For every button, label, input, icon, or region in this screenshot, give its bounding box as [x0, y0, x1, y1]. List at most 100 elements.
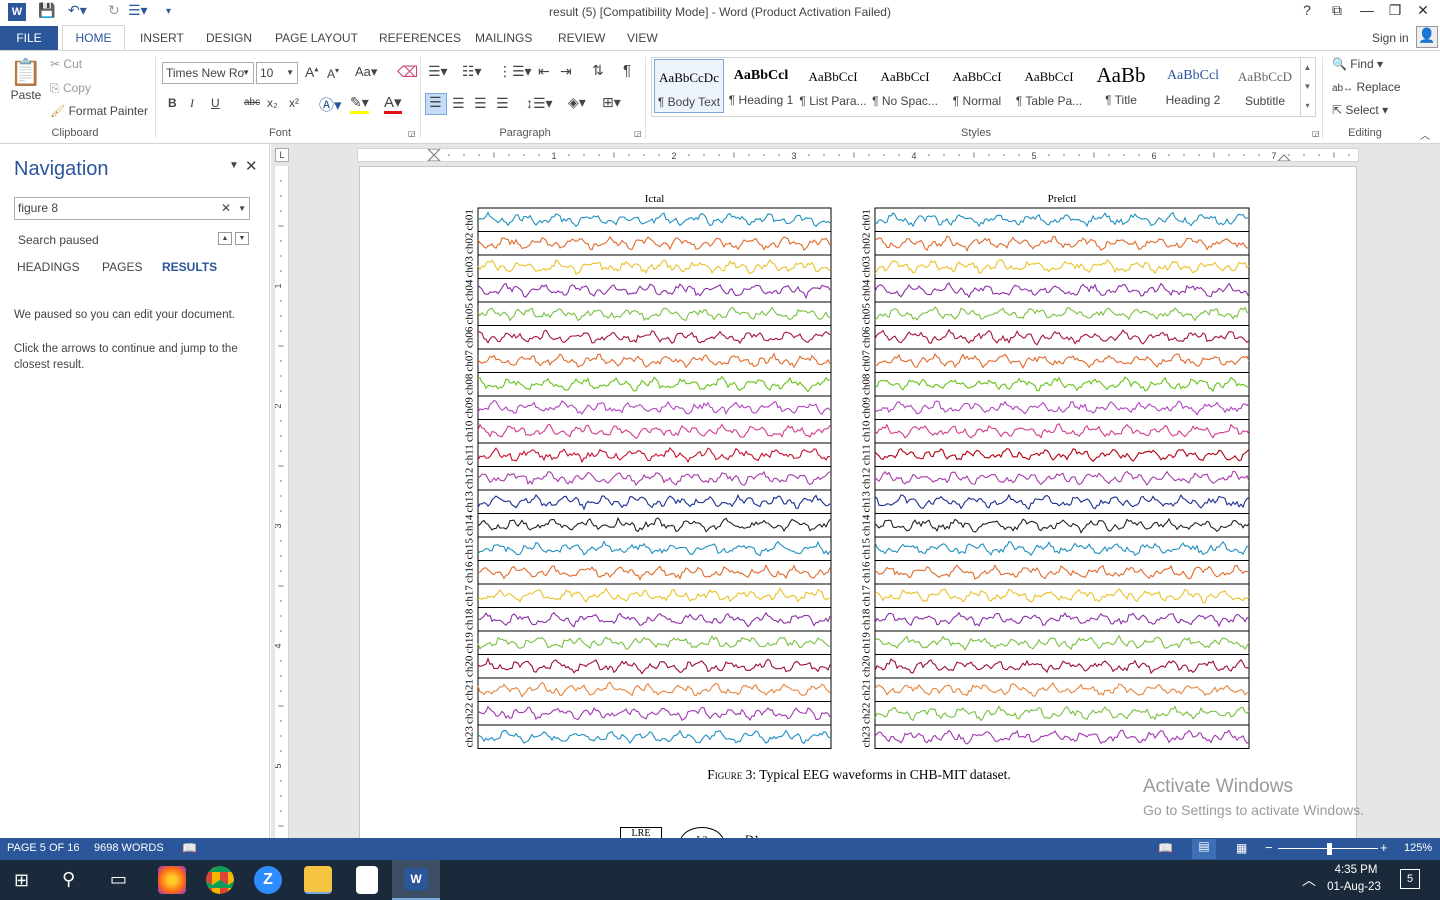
tab-design[interactable]: DESIGN [206, 31, 252, 45]
tab-insert[interactable]: INSERT [140, 31, 184, 45]
text-effects-icon[interactable]: Ⓐ▾ [319, 94, 342, 115]
zoom-in-icon[interactable]: + [1380, 840, 1388, 855]
font-name-field[interactable]: Times New Ro ▼ [162, 62, 254, 84]
search-options-icon[interactable]: ▼ [238, 198, 246, 219]
file-explorer-icon[interactable] [304, 866, 332, 894]
align-center-icon[interactable]: ☰ [452, 95, 465, 112]
account-avatar-icon[interactable]: 👤 [1416, 26, 1438, 48]
style-list-paragraph[interactable]: AaBbCcI ¶ List Para... [798, 59, 868, 113]
font-dialog-icon[interactable]: ◲ [408, 129, 416, 138]
styles-scroll[interactable]: ▲ ▼ ▾ [1300, 58, 1314, 116]
first-line-indent-marker[interactable] [427, 149, 441, 156]
style-heading-2[interactable]: AaBbCcl Heading 2 [1158, 59, 1228, 113]
document-page[interactable]: Ictal ch01 ch02 ch03 ch04 ch05 ch06 ch07 ch08 ch0… [359, 166, 1357, 838]
sort-icon[interactable]: ⇅ [592, 62, 604, 79]
tab-mailings[interactable]: MAILINGS [475, 31, 532, 45]
increase-indent-icon[interactable]: ⇥ [560, 63, 572, 80]
style-heading-1[interactable]: AaBbCcl ¶ Heading 1 [726, 59, 796, 113]
nav-options-icon[interactable]: ▼ [229, 160, 239, 171]
nav-search-input[interactable]: figure 8 ✕ ▼ [14, 197, 250, 220]
more-styles-icon[interactable]: ▾ [1301, 96, 1314, 115]
tab-file[interactable]: FILE [0, 26, 58, 50]
clear-search-icon[interactable]: ✕ [221, 198, 231, 219]
style-no-spacing[interactable]: AaBbCcI ¶ No Spac... [870, 59, 940, 113]
scroll-up-icon[interactable]: ▲ [1301, 58, 1314, 77]
multilevel-list-icon[interactable]: ⋮☰▾ [498, 63, 532, 80]
paste-button[interactable]: 📋 Paste [8, 57, 44, 115]
hanging-indent-marker[interactable] [427, 154, 441, 161]
next-result-icon[interactable]: ▼ [235, 232, 249, 245]
firefox-icon[interactable] [158, 866, 186, 894]
select-button[interactable]: ⇱ Select ▾ [1332, 103, 1388, 117]
ribbon-display-button[interactable]: ⧉ [1322, 2, 1352, 22]
superscript-button[interactable]: x² [289, 96, 299, 110]
tab-page-layout[interactable]: PAGE LAYOUT [275, 31, 358, 45]
document-area[interactable]: L 1234567 12345 Ictalch01ch02ch03ch04ch0… [271, 144, 1440, 838]
horizontal-ruler[interactable]: 1 2 3 4 5 6 7 [357, 148, 1359, 162]
grow-font-button[interactable]: A▴ [305, 64, 318, 80]
search-icon[interactable]: ⚲ [62, 869, 75, 890]
style-normal[interactable]: AaBbCcI ¶ Normal [942, 59, 1012, 113]
replace-button[interactable]: ab↔ Replace [1332, 80, 1401, 94]
task-view-icon[interactable]: ▭ [110, 869, 127, 890]
font-color-icon[interactable]: A▾ [384, 93, 402, 114]
notifications-icon[interactable]: 5 [1400, 869, 1420, 889]
word-taskbar-button[interactable]: W [392, 860, 440, 900]
print-layout-icon[interactable]: ▤ [1192, 839, 1216, 859]
page-count[interactable]: PAGE 5 OF 16 [7, 842, 80, 854]
chrome-icon[interactable] [206, 866, 234, 894]
style-table-paragraph[interactable]: AaBbCcI ¶ Table Pa... [1014, 59, 1084, 113]
italic-button[interactable]: I [190, 96, 194, 111]
clock-time[interactable]: 4:35 PM [1326, 864, 1386, 876]
zoom-app-icon[interactable]: Z [254, 866, 282, 894]
align-left-button[interactable]: ☰ [425, 93, 447, 115]
sign-in-link[interactable]: Sign in [1372, 31, 1409, 45]
nav-close-icon[interactable]: ✕ [245, 157, 258, 175]
bullets-icon[interactable]: ☰▾ [428, 63, 448, 80]
find-button[interactable]: 🔍 Find ▾ [1332, 57, 1383, 71]
zoom-level[interactable]: 125% [1404, 842, 1432, 854]
change-case-button[interactable]: Aa▾ [355, 64, 377, 80]
shading-icon[interactable]: ◈▾ [568, 94, 586, 111]
tray-chevron-icon[interactable]: ︿ [1302, 870, 1316, 890]
style-body-text[interactable]: AaBbCcDc ¶ Body Text [654, 59, 724, 113]
style-subtitle[interactable]: AaBbCcD Subtitle [1230, 59, 1300, 113]
close-button[interactable]: ✕ [1408, 2, 1438, 22]
decrease-indent-icon[interactable]: ⇤ [538, 63, 550, 80]
zoom-slider-thumb[interactable] [1327, 843, 1332, 855]
previous-result-icon[interactable]: ▲ [218, 232, 232, 245]
nav-tab-pages[interactable]: PAGES [102, 260, 142, 274]
tab-home[interactable]: HOME [62, 25, 125, 52]
paragraph-dialog-icon[interactable]: ◲ [634, 129, 642, 138]
numbering-icon[interactable]: ☷▾ [462, 63, 482, 80]
underline-button[interactable]: U [211, 96, 220, 110]
font-size-field[interactable]: 10 ▼ [256, 62, 298, 84]
nav-tab-headings[interactable]: HEADINGS [17, 260, 80, 274]
minimize-button[interactable]: — [1352, 2, 1382, 22]
clock-date[interactable]: 01-Aug-23 [1322, 881, 1386, 893]
shrink-font-button[interactable]: A▾ [327, 66, 339, 81]
nav-tab-results[interactable]: RESULTS [162, 260, 217, 274]
bold-button[interactable]: B [168, 96, 177, 110]
web-layout-icon[interactable]: ▦ [1236, 841, 1247, 855]
zoom-out-icon[interactable]: − [1265, 840, 1273, 855]
format-painter-button[interactable]: 🖌 Format Painter [50, 104, 148, 118]
subscript-button[interactable]: x₂ [267, 96, 278, 110]
tab-review[interactable]: REVIEW [558, 31, 605, 45]
read-mode-icon[interactable]: 📖 [1158, 841, 1173, 855]
align-right-icon[interactable]: ☰ [474, 95, 487, 112]
maximize-button[interactable]: ❐ [1380, 2, 1410, 22]
styles-dialog-icon[interactable]: ◲ [1312, 129, 1320, 138]
windows-start-icon[interactable]: ⊞ [14, 870, 29, 891]
strikethrough-button[interactable]: abc [244, 97, 260, 108]
cut-button[interactable]: ✂ Cut [50, 57, 82, 71]
proofing-icon[interactable]: 📖 [182, 841, 197, 855]
line-spacing-icon[interactable]: ↕☰▾ [526, 95, 553, 112]
borders-icon[interactable]: ⊞▾ [602, 94, 621, 111]
vertical-ruler[interactable]: 1 2 3 4 5 [275, 166, 289, 838]
tab-selector-icon[interactable]: L [275, 148, 289, 162]
right-indent-marker[interactable] [1277, 154, 1291, 161]
help-button[interactable]: ? [1292, 2, 1322, 22]
document-viewer-icon[interactable] [356, 866, 378, 894]
show-marks-icon[interactable]: ¶ [623, 62, 631, 79]
